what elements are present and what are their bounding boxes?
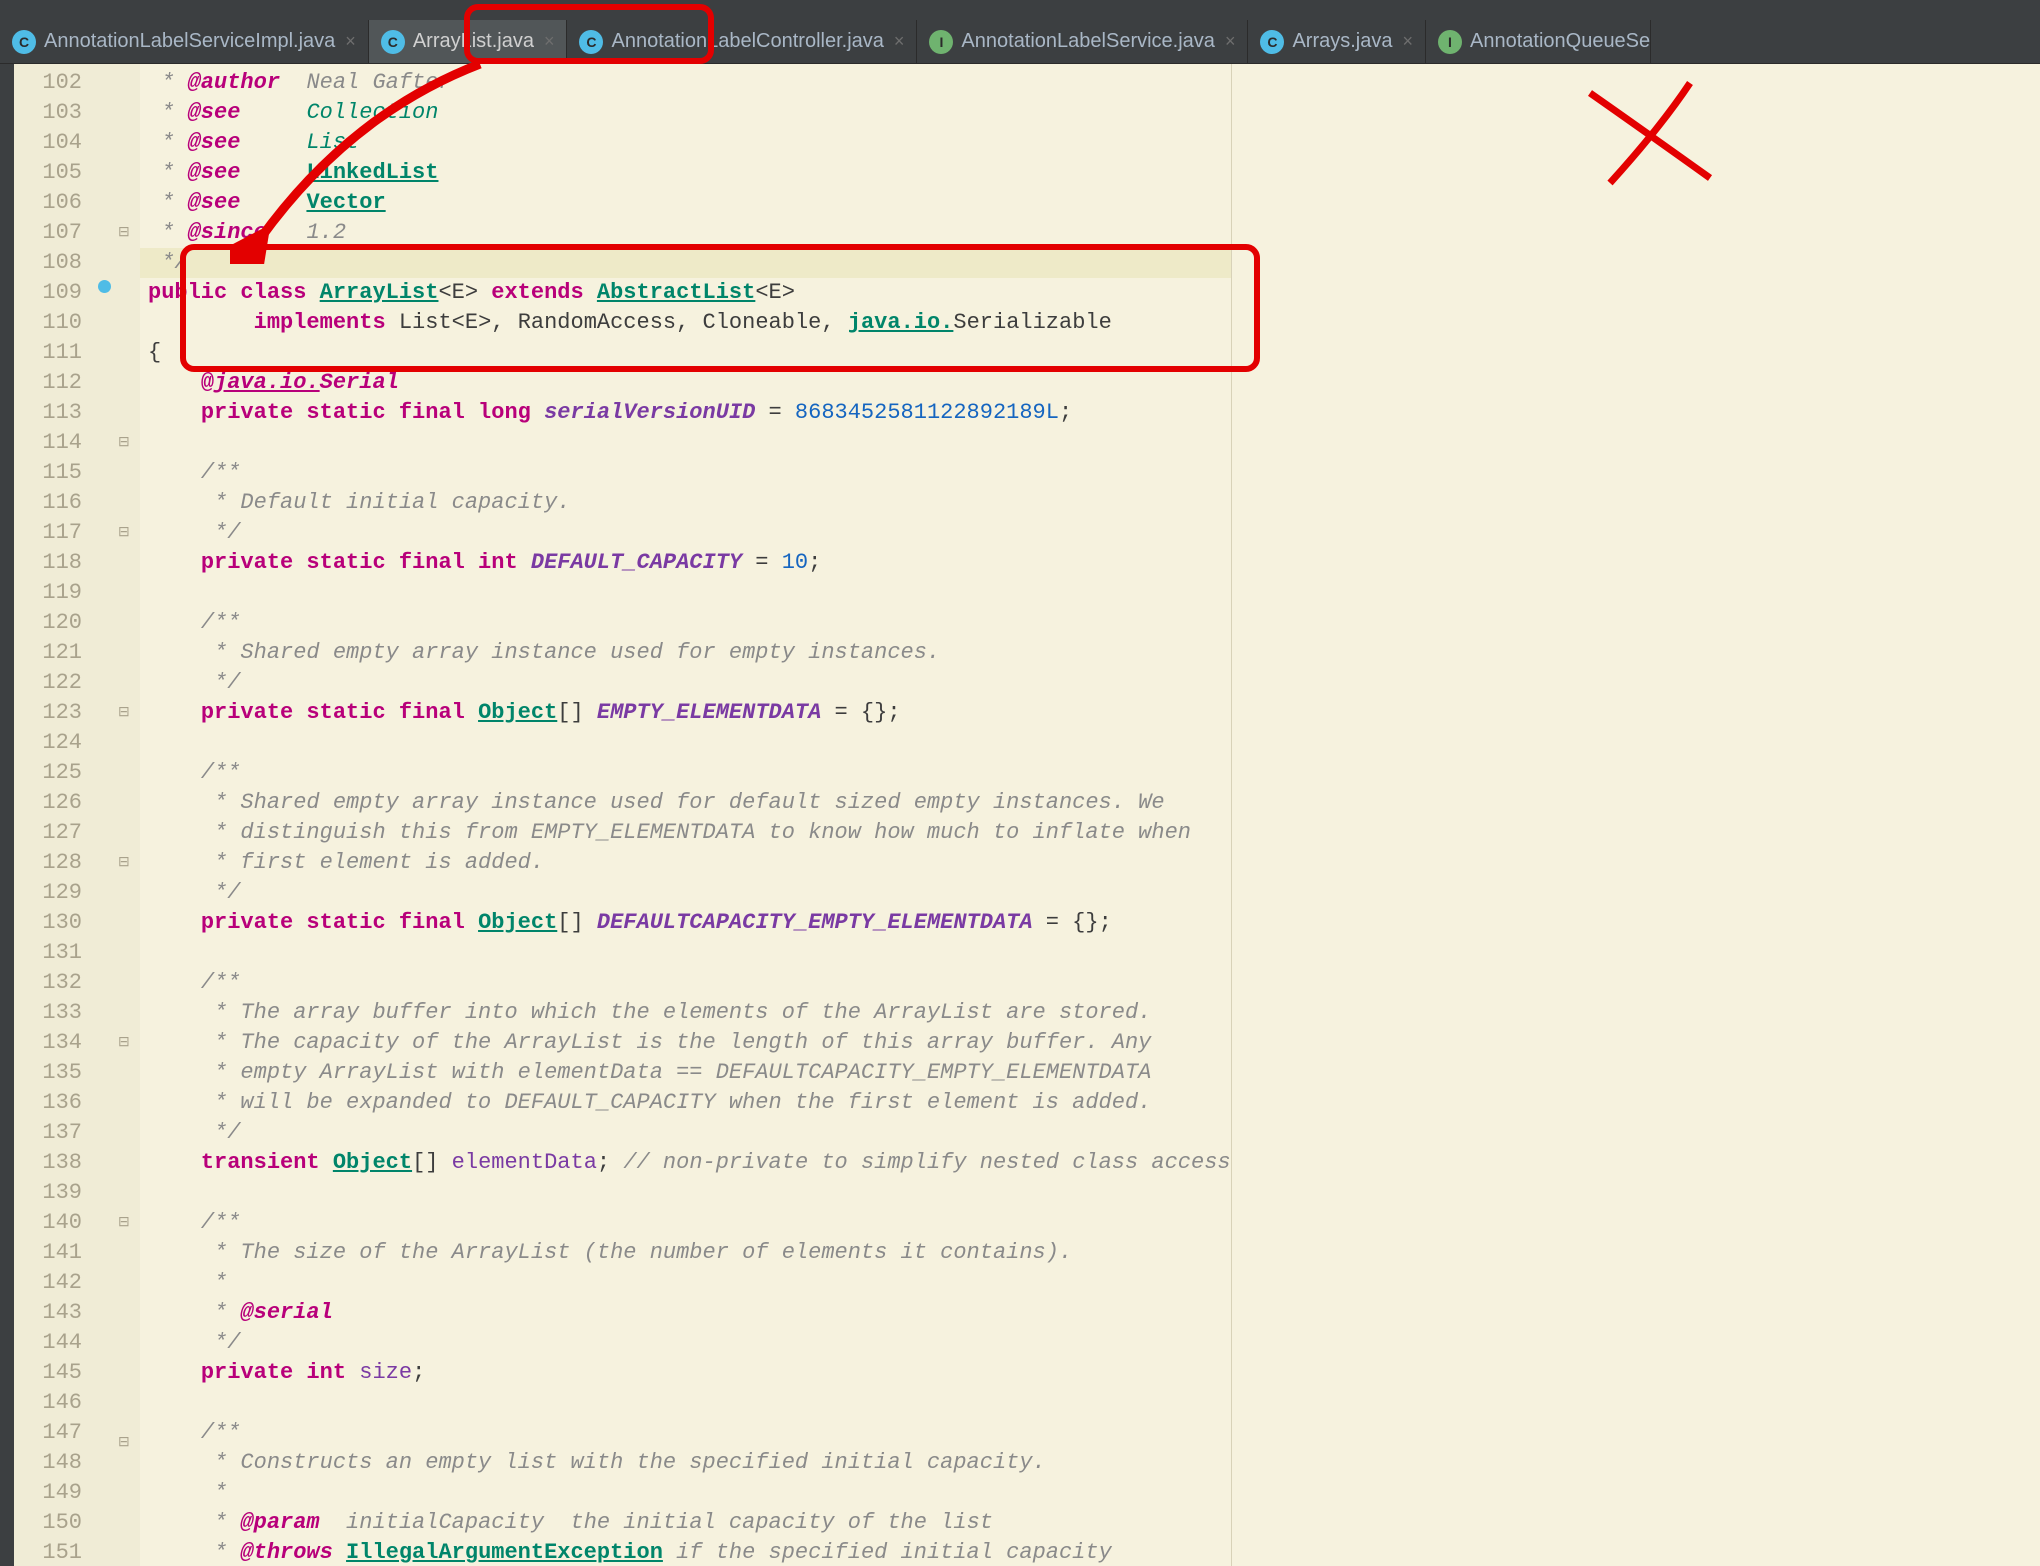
fold-icon[interactable]: ⊟	[118, 1034, 134, 1050]
interface-icon: I	[1438, 30, 1462, 54]
line-number: 109	[14, 278, 82, 308]
line-number: 123	[14, 698, 82, 728]
line-number: 118	[14, 548, 82, 578]
close-icon[interactable]: ×	[1225, 31, 1236, 52]
tab-annotationlabelservice[interactable]: I AnnotationLabelService.java ×	[917, 20, 1248, 63]
line-number: 116	[14, 488, 82, 518]
tab-label: AnnotationQueueSe	[1470, 30, 1650, 53]
class-icon: C	[12, 30, 36, 54]
line-number: 135	[14, 1058, 82, 1088]
line-number: 131	[14, 938, 82, 968]
line-number: 146	[14, 1388, 82, 1418]
tab-arrays[interactable]: C Arrays.java ×	[1248, 20, 1426, 63]
close-icon[interactable]: ×	[1402, 31, 1413, 52]
line-number: 134	[14, 1028, 82, 1058]
line-number: 151	[14, 1538, 82, 1566]
line-number: 111	[14, 338, 82, 368]
line-number: 150	[14, 1508, 82, 1538]
line-number: 138	[14, 1148, 82, 1178]
line-number: 119	[14, 578, 82, 608]
line-number: 113	[14, 398, 82, 428]
line-number: 121	[14, 638, 82, 668]
line-number: 149	[14, 1478, 82, 1508]
line-number: 122	[14, 668, 82, 698]
tool-stripe	[0, 64, 14, 1566]
tab-label: AnnotationLabelService.java	[961, 30, 1215, 53]
breakpoint-icon[interactable]	[98, 280, 111, 293]
tab-annotationlabelserviceimpl[interactable]: C AnnotationLabelServiceImpl.java ×	[0, 20, 369, 63]
line-number: 141	[14, 1238, 82, 1268]
line-number: 143	[14, 1298, 82, 1328]
fold-icon[interactable]: ⊟	[118, 524, 134, 540]
line-number: 144	[14, 1328, 82, 1358]
line-number: 112	[14, 368, 82, 398]
line-number: 115	[14, 458, 82, 488]
class-icon: C	[1260, 30, 1284, 54]
close-icon[interactable]: ×	[544, 31, 555, 52]
fold-icon[interactable]: ⊟	[118, 1214, 134, 1230]
line-number: 126	[14, 788, 82, 818]
line-number: 114	[14, 428, 82, 458]
fold-icon[interactable]: ⊟	[118, 434, 134, 450]
fold-icon[interactable]: ⊟	[118, 854, 134, 870]
line-number: 128	[14, 848, 82, 878]
line-number: 139	[14, 1178, 82, 1208]
close-icon[interactable]: ×	[894, 31, 905, 52]
line-number: 102	[14, 68, 82, 98]
line-number: 105	[14, 158, 82, 188]
code-area-right	[1232, 64, 2040, 1566]
line-number: 108	[14, 248, 82, 278]
tab-label: ArrayList.java	[413, 30, 534, 53]
tab-annotationqueuese[interactable]: I AnnotationQueueSe	[1426, 20, 1651, 63]
line-number: 103	[14, 98, 82, 128]
close-icon[interactable]: ×	[345, 31, 356, 52]
gutter-icons: ⊟ ⊟ ⊟ ⊟ ⊟ ⊟ ⊟ ⊟	[94, 64, 140, 1566]
interface-icon: I	[929, 30, 953, 54]
line-number: 137	[14, 1118, 82, 1148]
class-icon: C	[579, 30, 603, 54]
code-area[interactable]: * @author Neal Gafter * @see Collection …	[140, 64, 1232, 1566]
line-number: 110	[14, 308, 82, 338]
line-number: 132	[14, 968, 82, 998]
line-number: 127	[14, 818, 82, 848]
line-number: 145	[14, 1358, 82, 1388]
tab-label: AnnotationLabelController.java	[611, 30, 883, 53]
fold-icon[interactable]: ⊟	[118, 1434, 134, 1450]
line-number: 106	[14, 188, 82, 218]
line-number: 120	[14, 608, 82, 638]
editor: 1021031041051061071081091101111121131141…	[0, 64, 2040, 1566]
class-icon: C	[381, 30, 405, 54]
line-gutter: 1021031041051061071081091101111121131141…	[14, 64, 94, 1566]
line-number: 125	[14, 758, 82, 788]
tab-label: AnnotationLabelServiceImpl.java	[44, 30, 335, 53]
editor-tabs: C AnnotationLabelServiceImpl.java × C Ar…	[0, 20, 2040, 64]
line-number: 133	[14, 998, 82, 1028]
line-number: 117	[14, 518, 82, 548]
line-number: 129	[14, 878, 82, 908]
tab-label: Arrays.java	[1292, 30, 1392, 53]
line-number: 104	[14, 128, 82, 158]
line-number: 140	[14, 1208, 82, 1238]
line-number: 147	[14, 1418, 82, 1448]
fold-icon[interactable]: ⊟	[118, 224, 134, 240]
line-number: 142	[14, 1268, 82, 1298]
line-number: 136	[14, 1088, 82, 1118]
menu-bar	[0, 0, 2040, 20]
line-number: 107	[14, 218, 82, 248]
tab-arraylist[interactable]: C ArrayList.java ×	[369, 20, 568, 63]
line-number: 130	[14, 908, 82, 938]
line-number: 124	[14, 728, 82, 758]
tab-annotationlabelcontroller[interactable]: C AnnotationLabelController.java ×	[567, 20, 917, 63]
line-number: 148	[14, 1448, 82, 1478]
fold-icon[interactable]: ⊟	[118, 704, 134, 720]
